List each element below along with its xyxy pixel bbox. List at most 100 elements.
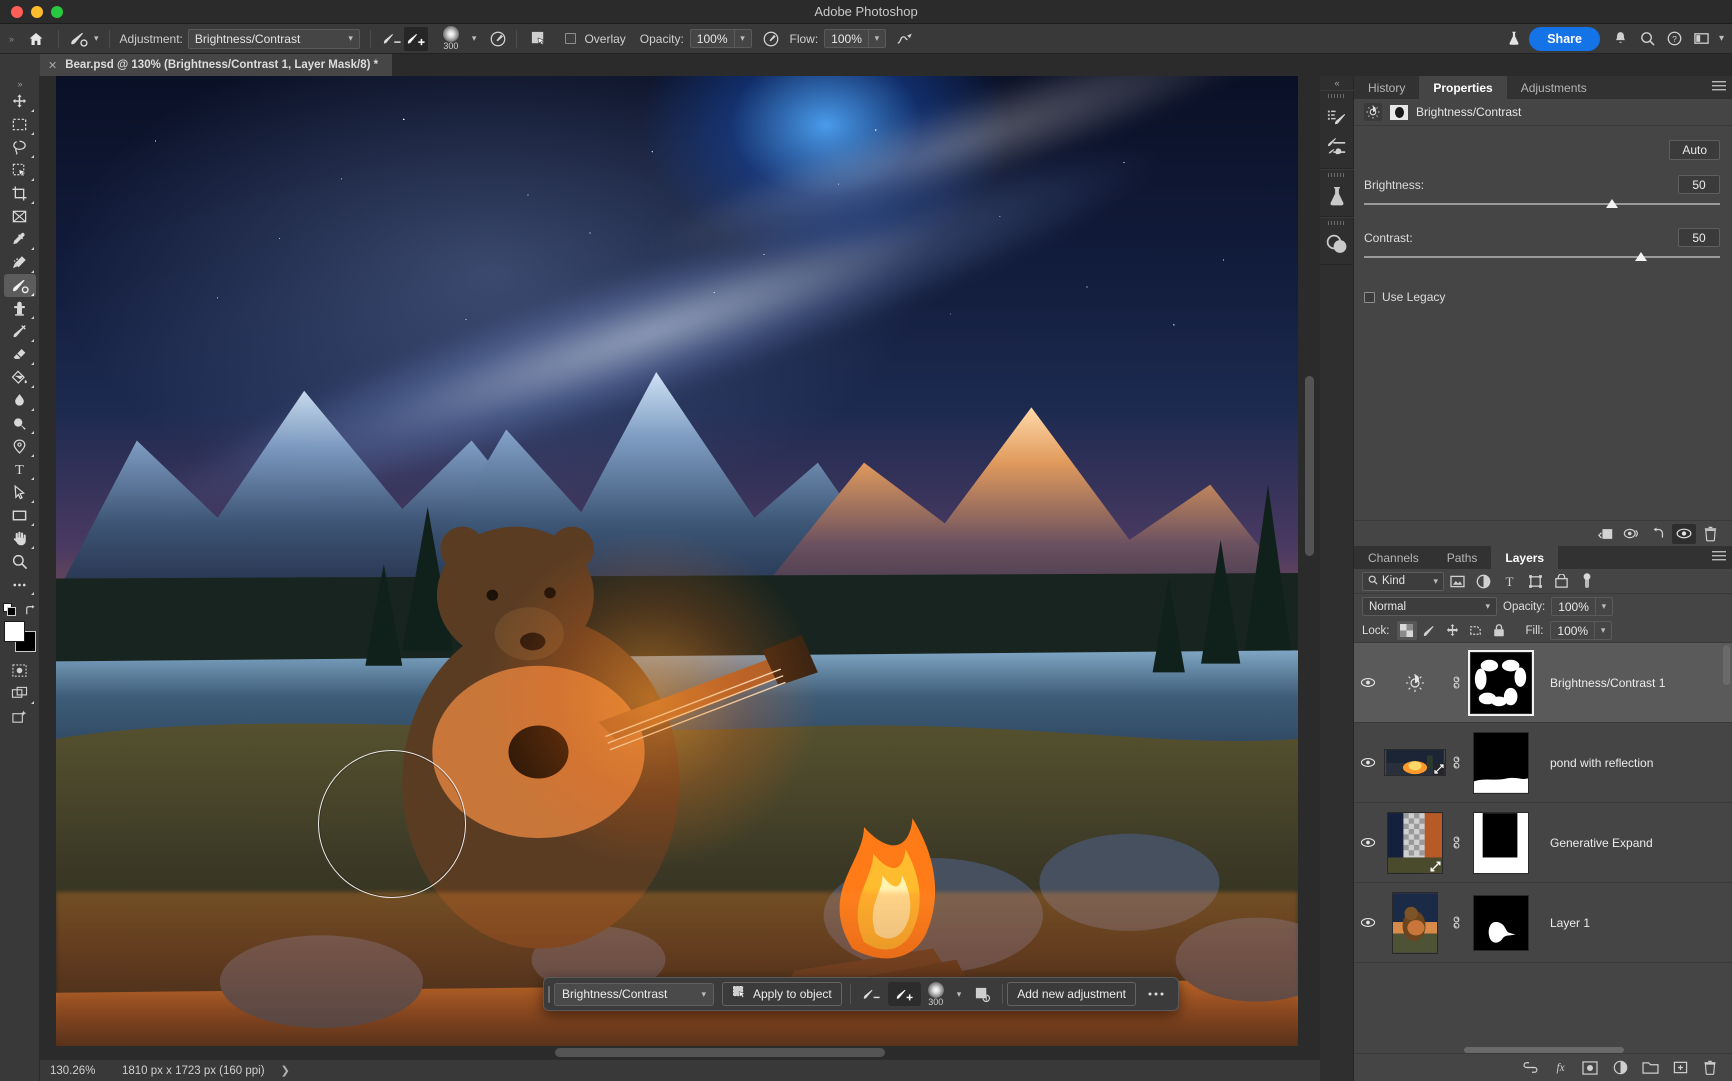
beaker-rail-icon[interactable]: [1321, 180, 1353, 211]
horizontal-scrollbar-track[interactable]: [40, 1046, 1320, 1059]
tool-preset-picker[interactable]: ▾: [62, 24, 106, 54]
mask-settings-icon[interactable]: [967, 982, 998, 1006]
brush-settings-icon[interactable]: [486, 27, 510, 51]
lock-position-icon[interactable]: [1443, 621, 1463, 640]
layer-filter-kind-select[interactable]: Kind ▾: [1362, 571, 1444, 591]
taskbar-drag-handle[interactable]: [544, 977, 554, 1011]
horizontal-scrollbar-thumb[interactable]: [555, 1048, 885, 1057]
type-tool[interactable]: T: [4, 458, 36, 481]
brightness-slider-thumb[interactable]: [1606, 199, 1619, 208]
zoom-level[interactable]: 130.26%: [40, 1065, 114, 1077]
canvas-scroll-region[interactable]: Brightness/Contrast ▾ Apply to object 30…: [40, 76, 1320, 1059]
view-previous-state-icon[interactable]: [1620, 524, 1644, 544]
panel-menu-icon[interactable]: [1712, 81, 1726, 93]
workspace-icon[interactable]: [1690, 27, 1714, 51]
layers-opacity-value[interactable]: 100%: [1551, 597, 1596, 616]
contextual-taskbar[interactable]: Brightness/Contrast ▾ Apply to object 30…: [543, 977, 1179, 1011]
taskbar-brush-size-preview[interactable]: 300: [921, 979, 951, 1009]
layer-name[interactable]: Generative Expand: [1538, 836, 1653, 850]
document-canvas[interactable]: [56, 76, 1298, 1059]
taskbar-brush-plus-icon[interactable]: [887, 982, 921, 1006]
chevron-down-icon[interactable]: ▾: [466, 33, 483, 44]
new-layer-icon[interactable]: [1670, 1058, 1690, 1078]
contrast-slider-thumb[interactable]: [1634, 252, 1647, 261]
layer-mask-link-icon[interactable]: [1448, 755, 1464, 770]
use-legacy-row[interactable]: Use Legacy: [1364, 290, 1720, 304]
layer-mask-thumbnail[interactable]: [1464, 811, 1538, 874]
lock-transparent-pixels-icon[interactable]: [1396, 621, 1417, 640]
apply-to-object-button[interactable]: Apply to object: [722, 982, 842, 1006]
layer-name[interactable]: Brightness/Contrast 1: [1538, 676, 1665, 690]
dodge-tool[interactable]: [4, 412, 36, 435]
brush-presets-rail-icon[interactable]: [1321, 132, 1353, 163]
move-tool[interactable]: [4, 90, 36, 113]
brush-size-preview[interactable]: 300: [436, 24, 466, 54]
maximize-window-button[interactable]: [51, 5, 63, 18]
table-row[interactable]: pond with reflection: [1354, 723, 1732, 803]
fill-stepper[interactable]: ▾: [1595, 621, 1613, 640]
layer-mask-icon[interactable]: [1390, 104, 1408, 120]
reset-icon[interactable]: [1646, 524, 1670, 544]
frame-tool[interactable]: [4, 205, 36, 228]
new-adjustment-layer-icon[interactable]: [1610, 1058, 1630, 1078]
table-row[interactable]: Generative Expand: [1354, 803, 1732, 883]
brightness-value[interactable]: 50: [1678, 175, 1720, 194]
layer-list[interactable]: Brightness/Contrast 1 pond with reflecti…: [1354, 643, 1732, 1053]
brush-minus-icon[interactable]: [380, 27, 404, 51]
history-brush-tool[interactable]: [4, 320, 36, 343]
opacity-stepper[interactable]: ▾: [734, 29, 752, 48]
table-row[interactable]: Brightness/Contrast 1: [1354, 643, 1732, 723]
tab-paths[interactable]: Paths: [1433, 546, 1492, 569]
lock-image-pixels-icon[interactable]: [1420, 621, 1440, 640]
delete-icon[interactable]: [1698, 524, 1722, 544]
layer-mask-thumbnail[interactable]: [1464, 731, 1538, 794]
rail-drag-dots[interactable]: [1327, 173, 1346, 177]
blend-mode-select[interactable]: Normal ▾: [1362, 597, 1497, 616]
layers-vertical-scrollbar[interactable]: [1723, 645, 1730, 685]
filter-adjustment-icon[interactable]: [1470, 570, 1496, 592]
eraser-tool[interactable]: [4, 343, 36, 366]
search-icon[interactable]: [1636, 27, 1660, 51]
layer-mask-link-icon[interactable]: [1448, 835, 1464, 850]
layers-horizontal-scrollbar[interactable]: [1464, 1047, 1624, 1053]
clone-stamp-tool[interactable]: [4, 297, 36, 320]
zoom-tool[interactable]: [4, 550, 36, 573]
flow-value[interactable]: 100%: [824, 29, 869, 48]
filter-smart-object-icon[interactable]: [1548, 570, 1574, 592]
layer-thumbnail[interactable]: [1382, 654, 1448, 712]
bell-icon[interactable]: [1609, 27, 1633, 51]
layer-mask-link-icon[interactable]: [1448, 915, 1464, 930]
double-chevron-left-icon[interactable]: «: [1320, 76, 1354, 90]
filter-toggle-icon[interactable]: [1574, 570, 1600, 592]
blur-tool[interactable]: [4, 389, 36, 412]
layer-thumbnail[interactable]: [1382, 734, 1448, 792]
rail-drag-dots[interactable]: [1327, 221, 1346, 225]
layer-mask-thumbnail[interactable]: [1464, 892, 1538, 954]
selection-mask-icon[interactable]: [526, 27, 550, 51]
layer-visibility-toggle[interactable]: [1354, 677, 1382, 688]
close-icon[interactable]: ✕: [48, 59, 57, 72]
layer-name[interactable]: pond with reflection: [1538, 756, 1653, 770]
lock-artboard-nesting-icon[interactable]: [1466, 621, 1486, 640]
contrast-slider[interactable]: [1364, 252, 1720, 266]
gradient-tool[interactable]: [4, 366, 36, 389]
new-group-icon[interactable]: [1640, 1058, 1660, 1078]
quick-mask-icon[interactable]: [4, 659, 36, 682]
taskbar-more-options-icon[interactable]: [1140, 982, 1172, 1006]
filter-type-icon[interactable]: T: [1496, 570, 1522, 592]
filter-shape-icon[interactable]: [1522, 570, 1548, 592]
use-legacy-checkbox[interactable]: [1364, 291, 1375, 303]
tools-panel-grip[interactable]: »: [13, 78, 27, 90]
options-bar-grip[interactable]: »: [4, 24, 18, 54]
overlay-checkbox[interactable]: [565, 33, 577, 44]
rectangle-tool[interactable]: [4, 504, 36, 527]
lasso-tool[interactable]: [4, 136, 36, 159]
table-row[interactable]: Layer 1: [1354, 883, 1732, 963]
eyedropper-tool[interactable]: [4, 228, 36, 251]
object-selection-tool[interactable]: [4, 159, 36, 182]
document-tab[interactable]: ✕ Bear.psd @ 130% (Brightness/Contrast 1…: [40, 54, 394, 76]
foreground-color-swatch[interactable]: [3, 621, 25, 642]
close-window-button[interactable]: [11, 5, 23, 18]
lock-all-icon[interactable]: [1489, 621, 1509, 640]
home-icon[interactable]: [24, 27, 48, 51]
